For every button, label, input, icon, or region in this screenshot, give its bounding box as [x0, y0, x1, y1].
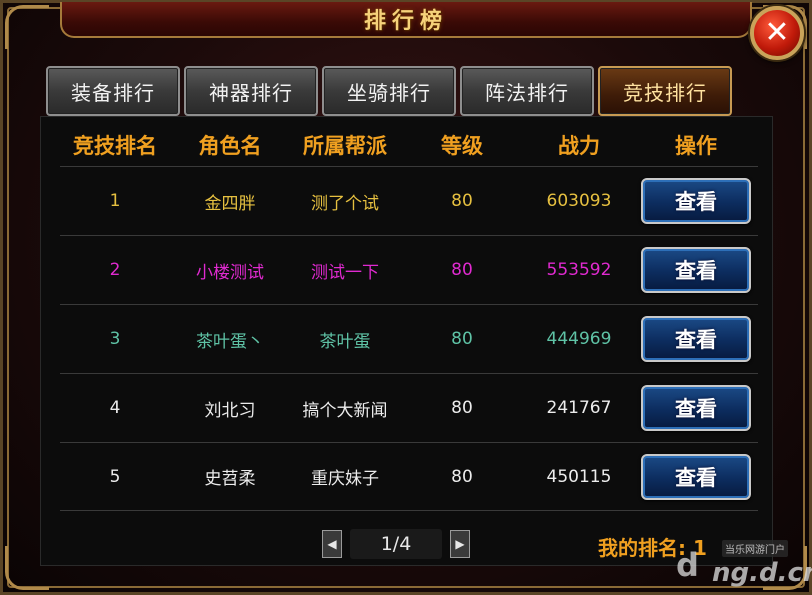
role-name-cell: 刘北习: [204, 400, 256, 421]
rank-cell: 5: [109, 466, 121, 487]
power-cell: 241767: [546, 398, 612, 418]
watermark-caption: 当乐网游门户: [722, 540, 788, 557]
guild-cell: 测了个试: [311, 193, 379, 214]
triangle-left-icon[interactable]: ◀: [322, 530, 342, 558]
title-banner: 排行榜: [60, 2, 752, 38]
header-rank: 竞技排名: [73, 134, 157, 158]
table-row: 3 茶叶蛋丶 茶叶蛋 80 444969 查看: [60, 304, 758, 373]
guild-cell: 测试一下: [311, 262, 379, 283]
watermark-logo-icon: d: [676, 546, 699, 584]
table-row: 2 小楼测试 测试一下 80 553592 查看: [60, 235, 758, 304]
close-button[interactable]: ✕: [750, 6, 804, 60]
header-level: 等级: [441, 134, 483, 158]
rank-cell: 4: [109, 398, 121, 418]
tab-arena-ranking[interactable]: 竞技排行: [598, 66, 732, 116]
action-cell: 查看: [634, 316, 758, 362]
power-cell: 553592: [546, 260, 612, 280]
level-cell: 80: [451, 260, 473, 280]
guild-cell: 搞个大新闻: [302, 400, 388, 421]
header-power: 战力: [558, 134, 600, 158]
tab-equipment-ranking[interactable]: 装备排行: [46, 66, 180, 116]
action-cell: 查看: [634, 385, 758, 431]
rank-cell: 1: [109, 191, 121, 211]
level-cell: 80: [451, 466, 473, 487]
level-cell: 80: [451, 329, 473, 349]
action-cell: 查看: [634, 453, 758, 500]
power-cell: 603093: [546, 191, 612, 211]
header-action: 操作: [675, 134, 717, 158]
rank-cell: 3: [109, 329, 121, 349]
role-name-cell: 史苕柔: [204, 469, 256, 489]
view-button[interactable]: 查看: [641, 247, 751, 293]
guild-cell: 重庆妹子: [311, 469, 379, 489]
window-title: 排行榜: [363, 8, 448, 34]
ranking-tabs: 装备排行 神器排行 坐骑排行 阵法排行 竞技排行: [46, 66, 732, 116]
frame-corner-ornament: [5, 5, 49, 49]
view-button[interactable]: 查看: [641, 385, 751, 431]
close-x-icon: ✕: [764, 15, 790, 50]
view-button[interactable]: 查看: [641, 316, 751, 362]
level-cell: 80: [451, 191, 473, 211]
view-button[interactable]: 查看: [641, 453, 751, 500]
tab-artifact-ranking[interactable]: 神器排行: [184, 66, 318, 116]
power-cell: 450115: [546, 466, 612, 487]
rank-cell: 2: [109, 260, 121, 280]
ranking-table: 1 金四胖 测了个试 80 603093 查看 2 小楼测试 测试一下 80 5…: [60, 166, 758, 511]
table-row: 1 金四胖 测了个试 80 603093 查看: [60, 166, 758, 235]
view-button[interactable]: 查看: [641, 178, 751, 224]
role-name-cell: 茶叶蛋丶: [196, 331, 264, 352]
role-name-cell: 小楼测试: [196, 262, 264, 283]
site-watermark: 当乐网游门户 d ng.d.cn: [676, 536, 812, 592]
power-cell: 444969: [546, 329, 612, 349]
watermark-domain: ng.d.cn: [712, 558, 812, 588]
action-cell: 查看: [634, 247, 758, 293]
page-indicator: 1/4: [350, 529, 442, 559]
role-name-cell: 金四胖: [204, 193, 256, 214]
table-row: 4 刘北习 搞个大新闻 80 241767 查看: [60, 373, 758, 442]
action-cell: 查看: [634, 178, 758, 224]
level-cell: 80: [451, 398, 473, 418]
table-header: 竞技排名 角色名 所属帮派 等级 战力 操作: [60, 124, 758, 166]
table-row: 5 史苕柔 重庆妹子 80 450115 查看: [60, 442, 758, 511]
triangle-right-icon[interactable]: ▶: [450, 530, 470, 558]
pagination: ◀ 1/4 ▶: [322, 528, 470, 560]
guild-cell: 茶叶蛋: [319, 331, 371, 352]
header-role-name: 角色名: [198, 134, 262, 158]
tab-mount-ranking[interactable]: 坐骑排行: [322, 66, 456, 116]
header-guild: 所属帮派: [303, 134, 387, 158]
tab-formation-ranking[interactable]: 阵法排行: [460, 66, 594, 116]
